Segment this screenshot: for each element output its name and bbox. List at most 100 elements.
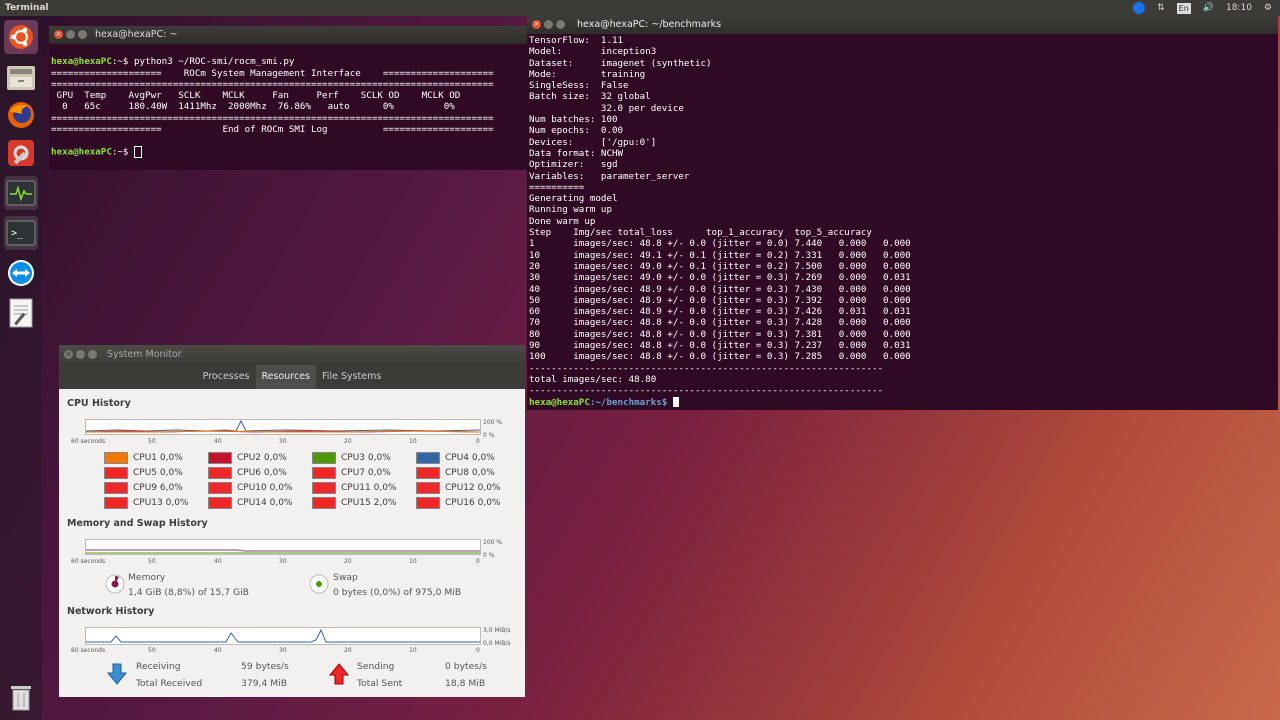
text-cursor [672,397,679,407]
memory-history-heading: Memory and Swap History [67,518,208,529]
cpu-legend-item: CPU2 0,0% [208,452,287,464]
cpu-graph-svg [85,419,481,433]
cpu-usage-label: CPU9 6,0% [133,483,183,493]
maximize-button[interactable] [78,30,87,39]
terminal-output[interactable]: TensorFlow: 1.11 Model: inception3 Dataset… [527,34,1278,409]
cpu-color-swatch[interactable] [208,467,232,479]
output-line: 100 images/sec: 48.8 +/- 0.0 (jitter = 0… [529,351,911,363]
tab-processes[interactable]: Processes [197,365,256,389]
prompt-line: hexa@hexaPC:~/benchmarks$ [529,397,1276,408]
time-axis-label: 20 [344,647,352,654]
cpu-color-swatch[interactable] [416,452,440,464]
cpu-color-swatch[interactable] [416,497,440,509]
title-bar[interactable]: × System Monitor [59,345,525,365]
cpu-color-swatch[interactable] [208,482,232,494]
clock[interactable]: 18:10 [1226,0,1252,16]
command-text: python3 ~/ROC-smi/rocm_smi.py [128,56,295,68]
swap-pie-icon [309,574,329,597]
close-button[interactable]: × [54,30,63,39]
cpu-legend-item: CPU4 0,0% [416,452,495,464]
time-axis-label: 30 [279,558,287,565]
memory-pie-icon [105,574,125,597]
cpu-color-swatch[interactable] [104,497,128,509]
cpu-usage-label: CPU7 0,0% [341,468,391,478]
network-axis-max: 3,0 MiB/s [483,627,511,634]
window-controls: × [64,350,97,359]
cpu-axis-max: 100 % [483,419,503,426]
time-axis-label: 10 [409,438,417,445]
close-button[interactable]: × [64,350,73,359]
cpu-color-swatch[interactable] [312,467,336,479]
sending-label: Sending [357,661,395,672]
cpu-color-swatch[interactable] [104,452,128,464]
settings-gear-icon[interactable]: ⚙ [1264,0,1272,16]
minimize-button[interactable] [544,20,553,29]
cpu-color-swatch[interactable] [416,482,440,494]
terminal-window-rocm[interactable]: × hexa@hexaPC: ~ hexa@hexaPC:~$ python3 … [49,26,529,170]
output-line: total images/sec: 48.80 [529,373,657,385]
terminal-output[interactable]: hexa@hexaPC:~$ python3 ~/ROC-smi/rocm_sm… [49,44,529,182]
tab-resources[interactable]: Resources [255,365,317,389]
cpu-legend-item: CPU6 0,0% [208,467,287,479]
cpu-color-swatch[interactable] [208,452,232,464]
cpu-color-swatch[interactable] [312,497,336,509]
swap-label: Swap [333,572,358,583]
cpu-color-swatch[interactable] [104,482,128,494]
window-title: System Monitor [107,349,182,360]
firefox-icon[interactable] [4,98,38,132]
output-line: SingleSess: False [529,80,629,92]
output-line: 32.0 per device [529,102,684,114]
cpu-color-swatch[interactable] [312,452,336,464]
teamviewer-icon[interactable] [4,256,38,290]
ubuntu-icon[interactable] [4,20,38,54]
cpu-color-swatch[interactable] [312,482,336,494]
sending-arrow-icon [328,663,350,688]
network-icon[interactable]: ⇅ [1157,0,1165,16]
cpu-color-swatch[interactable] [416,467,440,479]
prompt-user: hexa@hexaPC [529,396,590,408]
total-sent-label: Total Sent [357,678,403,689]
terminal-icon[interactable]: >_ [4,216,38,250]
trash-icon[interactable] [4,680,38,714]
time-axis-label: 20 [344,558,352,565]
text-editor-icon[interactable] [4,296,38,330]
maximize-button[interactable] [556,20,565,29]
cpu-legend-item: CPU14 0,0% [208,497,292,509]
files-icon[interactable] [4,60,38,94]
keyboard-layout-indicator[interactable]: En [1176,2,1191,14]
minimize-button[interactable] [66,30,75,39]
text-editor-icon-graphic [9,298,33,328]
time-axis-label: 0 [476,558,480,565]
window-title: hexa@hexaPC: ~/benchmarks [577,19,722,30]
network-history-graph [85,627,481,645]
time-axis-label: 50 [148,647,156,654]
cpu-color-swatch[interactable] [104,467,128,479]
sending-rate: 0 bytes/s [445,661,487,672]
memory-graph-svg [86,549,480,554]
time-axis-label: 30 [279,438,287,445]
minimize-button[interactable] [76,350,85,359]
time-axis-label: 60 seconds [71,647,106,654]
tab-file-systems[interactable]: File Systems [316,365,387,389]
volume-icon[interactable]: 🔊 [1203,0,1214,16]
cpu-color-swatch[interactable] [208,497,232,509]
terminal-window-benchmarks[interactable]: × hexa@hexaPC: ~/benchmarks TensorFlow: … [527,16,1278,410]
settings-icon[interactable] [4,136,38,170]
title-bar[interactable]: × hexa@hexaPC: ~/benchmarks [527,16,1278,34]
total-received-value: 379,4 MiB [241,678,288,689]
close-button[interactable]: × [532,20,541,29]
output-line: Variables: parameter_server [529,170,690,182]
memory-value: 1,4 GiB (8,8%) of 15,7 GiB [128,587,249,598]
cpu-usage-label: CPU12 0,0% [445,483,501,493]
cpu-legend-item: CPU8 0,0% [416,467,495,479]
output-line: ----------------------------------------… [529,385,884,397]
total-sent-value: 18,8 MiB [445,678,486,689]
cpu-legend-item: CPU11 0,0% [312,482,396,494]
teamviewer-tray-icon[interactable] [1133,2,1146,14]
system-monitor-icon[interactable] [4,176,38,210]
title-bar[interactable]: × hexa@hexaPC: ~ [49,26,529,44]
maximize-button[interactable] [88,350,97,359]
system-monitor-window[interactable]: × System Monitor Processes Resources Fil… [59,345,525,697]
window-title: hexa@hexaPC: ~ [95,29,178,40]
system-monitor-icon-graphic [6,180,36,206]
